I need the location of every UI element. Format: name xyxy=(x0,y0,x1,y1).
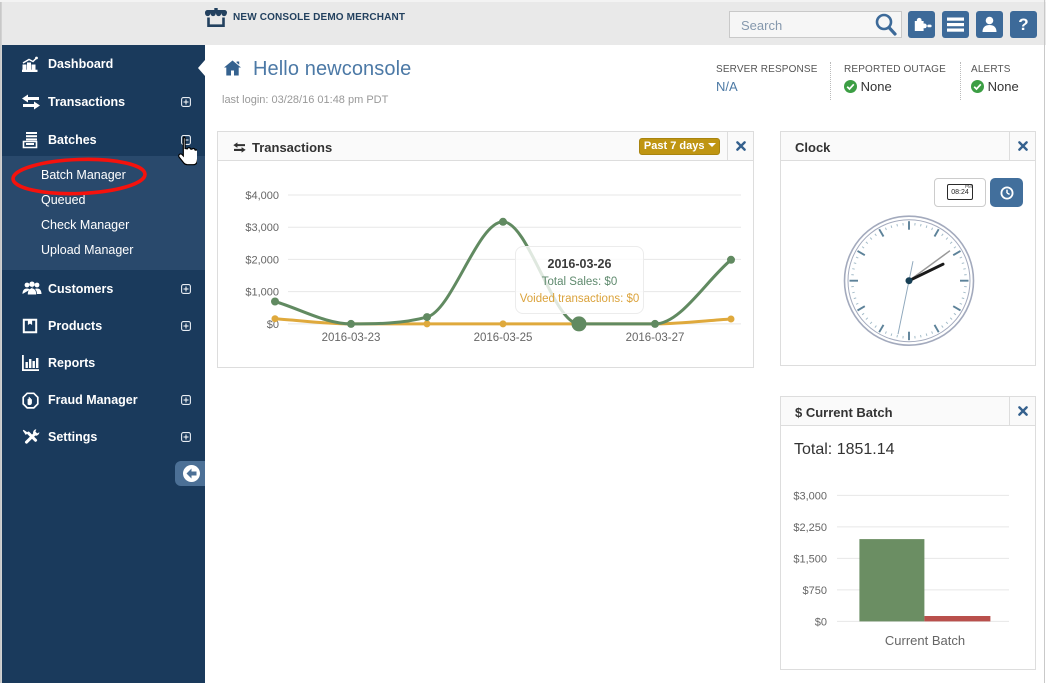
svg-text:2016-03-27: 2016-03-27 xyxy=(626,332,685,344)
svg-text:$750: $750 xyxy=(803,585,827,597)
svg-text:$1,500: $1,500 xyxy=(793,553,827,565)
svg-text:$2,250: $2,250 xyxy=(793,522,827,534)
svg-text:$3,000: $3,000 xyxy=(793,490,827,502)
svg-text:2016-03-25: 2016-03-25 xyxy=(474,332,533,344)
svg-text:Current Batch: Current Batch xyxy=(885,633,965,648)
svg-text:2016-03-23: 2016-03-23 xyxy=(322,332,381,344)
svg-text:$4,000: $4,000 xyxy=(245,190,279,202)
svg-text:$1,000: $1,000 xyxy=(245,287,279,299)
svg-text:$3,000: $3,000 xyxy=(245,222,279,234)
svg-text:$0: $0 xyxy=(815,616,827,628)
svg-text:$2,000: $2,000 xyxy=(245,254,279,266)
